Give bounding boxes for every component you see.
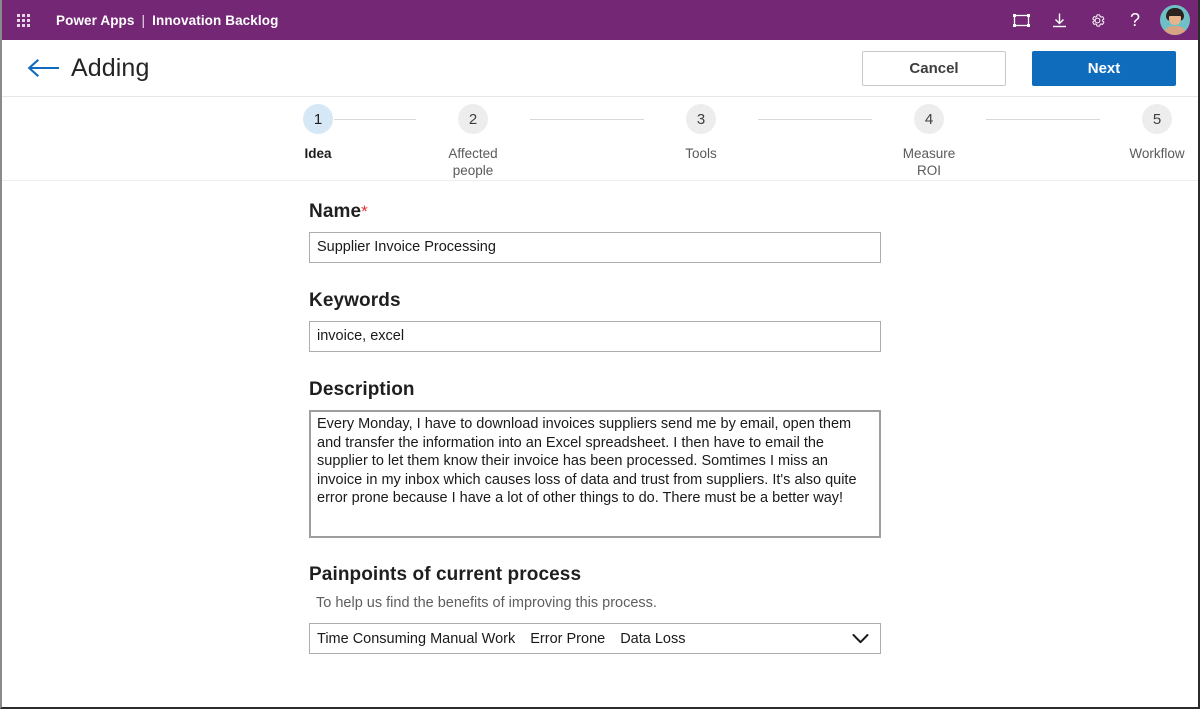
command-bar-actions: Cancel Next [862,51,1176,86]
suite-header: Power Apps | Innovation Backlog [2,0,1198,40]
chevron-down-icon[interactable] [852,633,869,644]
stepper-connector-2 [530,119,644,120]
field-name: Name* [309,201,1198,263]
painpoints-label: Painpoints of current process [309,564,1198,586]
product-name: Power Apps [56,13,135,28]
name-input[interactable] [309,232,881,263]
brand-title: Power Apps | Innovation Backlog [56,13,278,28]
idea-form: Name* Keywords Description Every Monday,… [2,181,1198,654]
waffle-grid [17,14,30,27]
spacer-2 [309,352,1198,379]
stepper-step-1[interactable]: 1 Idea [302,104,334,162]
painpoint-chip: Time Consuming Manual Work [317,631,515,647]
stepper-step-5[interactable]: 5 Workflow [1100,104,1200,162]
step-number-4[interactable]: 4 [914,104,944,134]
download-icon[interactable] [1040,0,1078,40]
stepper-connector-1 [334,119,416,120]
step-label-5: Workflow [1101,145,1200,162]
brand-divider: | [142,13,146,28]
app-name: Innovation Backlog [152,13,278,28]
stepper-step-2[interactable]: 2 Affected people [416,104,530,179]
suite-header-actions: ? [1002,0,1190,40]
spacer-3 [309,538,1198,564]
environment-icon[interactable] [1002,0,1040,40]
keywords-label: Keywords [309,290,1198,312]
stepper-connector-4 [986,119,1100,120]
stepper-step-4[interactable]: 4 Measure ROI [872,104,986,179]
step-number-5[interactable]: 5 [1142,104,1172,134]
step-label-2: Affected people [417,145,529,179]
step-number-2[interactable]: 2 [458,104,488,134]
step-number-1[interactable]: 1 [303,104,333,134]
step-label-4: Measure ROI [873,145,985,179]
painpoints-helper-text: To help us find the benefits of improvin… [316,595,1198,611]
description-textarea[interactable]: Every Monday, I have to download invoice… [309,410,881,538]
required-asterisk: * [361,202,368,221]
field-description: Description Every Monday, I have to down… [309,379,1198,538]
app-window: Power Apps | Innovation Backlog [0,0,1200,709]
field-painpoints: Painpoints of current process To help us… [309,564,1198,654]
stepper-step-3[interactable]: 3 Tools [644,104,758,162]
spacer-1 [309,263,1198,290]
app-launcher-waffle-icon[interactable] [8,5,38,35]
stepper-connector-3 [758,119,872,120]
gear-icon[interactable] [1078,0,1116,40]
avatar[interactable] [1160,5,1190,35]
step-number-3[interactable]: 3 [686,104,716,134]
field-keywords: Keywords [309,290,1198,352]
stepper-track: 1 Idea 2 Affected people 3 Tools 4 Measu… [302,104,902,179]
painpoint-chip: Data Loss [620,631,685,647]
command-bar: Adding Cancel Next [2,40,1198,97]
painpoints-selected-values: Time Consuming Manual Work Error Prone D… [317,631,686,647]
cancel-button[interactable]: Cancel [862,51,1006,86]
description-label: Description [309,379,1198,401]
painpoint-chip: Error Prone [530,631,605,647]
name-label-text: Name [309,201,361,222]
avatar-body [1163,26,1187,35]
name-label: Name* [309,201,1198,223]
step-label-3: Tools [645,145,757,162]
page-title: Adding [71,54,149,83]
wizard-stepper: 1 Idea 2 Affected people 3 Tools 4 Measu… [2,97,1198,181]
avatar-fringe [1167,9,1183,16]
painpoints-combobox[interactable]: Time Consuming Manual Work Error Prone D… [309,623,881,654]
back-arrow-icon[interactable] [24,48,64,88]
keywords-input[interactable] [309,321,881,352]
step-label-1: Idea [262,145,374,162]
help-icon[interactable]: ? [1116,0,1154,40]
help-glyph: ? [1130,11,1140,29]
next-button[interactable]: Next [1032,51,1176,86]
